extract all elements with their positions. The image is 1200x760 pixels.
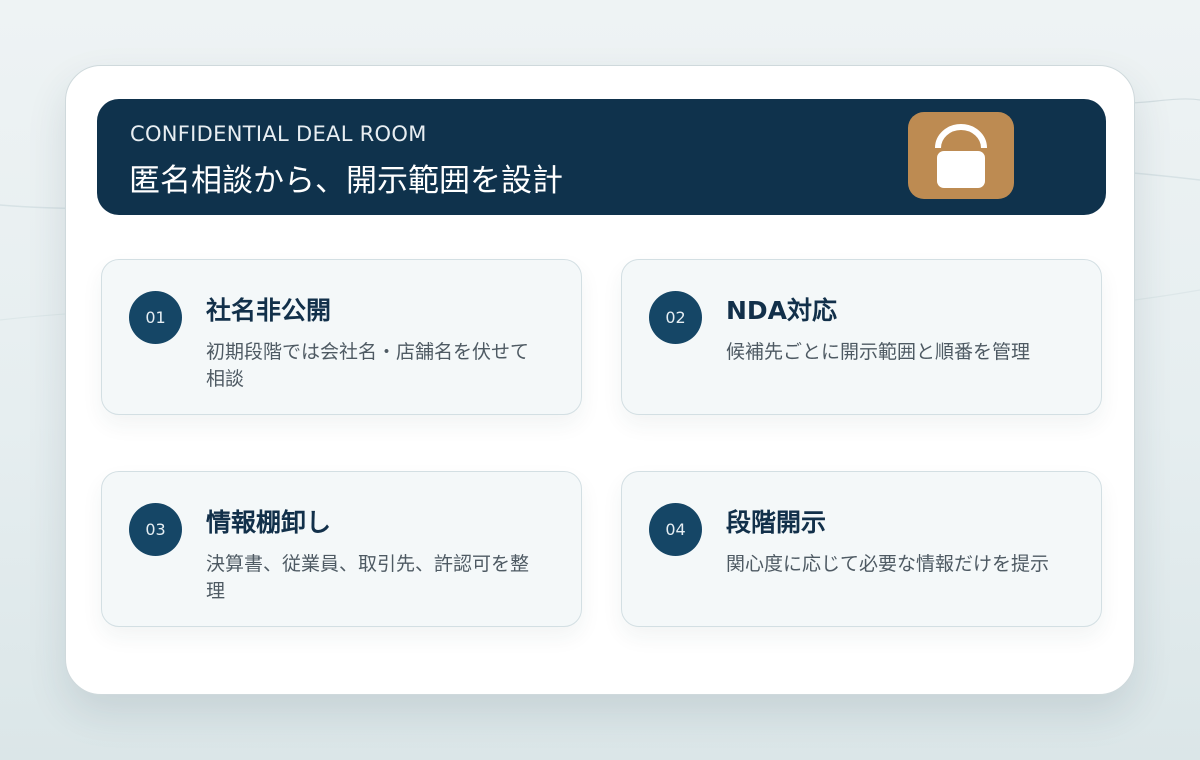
feature-title: 社名非公開 xyxy=(206,296,332,325)
feature-number-badge: 04 xyxy=(649,503,702,556)
feature-card-nda: 02 NDA対応 候補先ごとに開示範囲と順番を管理 xyxy=(621,259,1102,415)
feature-description: 初期段階では会社名・店舗名を伏せて相談 xyxy=(206,341,530,390)
feature-title: 段階開示 xyxy=(726,508,827,537)
header-banner: CONFIDENTIAL DEAL ROOM 匿名相談から、開示範囲を設計 xyxy=(97,99,1106,215)
header-title: 匿名相談から、開示範囲を設計 xyxy=(129,163,563,199)
feature-card-inventory: 03 情報棚卸し 決算書、従業員、取引先、許認可を整理 xyxy=(101,471,582,627)
feature-card-staged-disclosure: 04 段階開示 関心度に応じて必要な情報だけを提示 xyxy=(621,471,1102,627)
feature-number-badge: 02 xyxy=(649,291,702,344)
feature-description: 候補先ごとに開示範囲と順番を管理 xyxy=(726,341,1031,363)
deal-room-card: CONFIDENTIAL DEAL ROOM 匿名相談から、開示範囲を設計 01… xyxy=(65,65,1135,695)
feature-title: 情報棚卸し xyxy=(206,508,332,537)
feature-description: 決算書、従業員、取引先、許認可を整理 xyxy=(206,553,530,602)
feature-number-badge: 01 xyxy=(129,291,182,344)
feature-title: NDA対応 xyxy=(726,296,838,325)
header-kicker: CONFIDENTIAL DEAL ROOM xyxy=(130,122,427,146)
feature-description: 関心度に応じて必要な情報だけを提示 xyxy=(726,553,1050,575)
lock-icon xyxy=(908,112,1014,199)
feature-number-badge: 03 xyxy=(129,503,182,556)
feature-card-anonymous: 01 社名非公開 初期段階では会社名・店舗名を伏せて相談 xyxy=(101,259,582,415)
